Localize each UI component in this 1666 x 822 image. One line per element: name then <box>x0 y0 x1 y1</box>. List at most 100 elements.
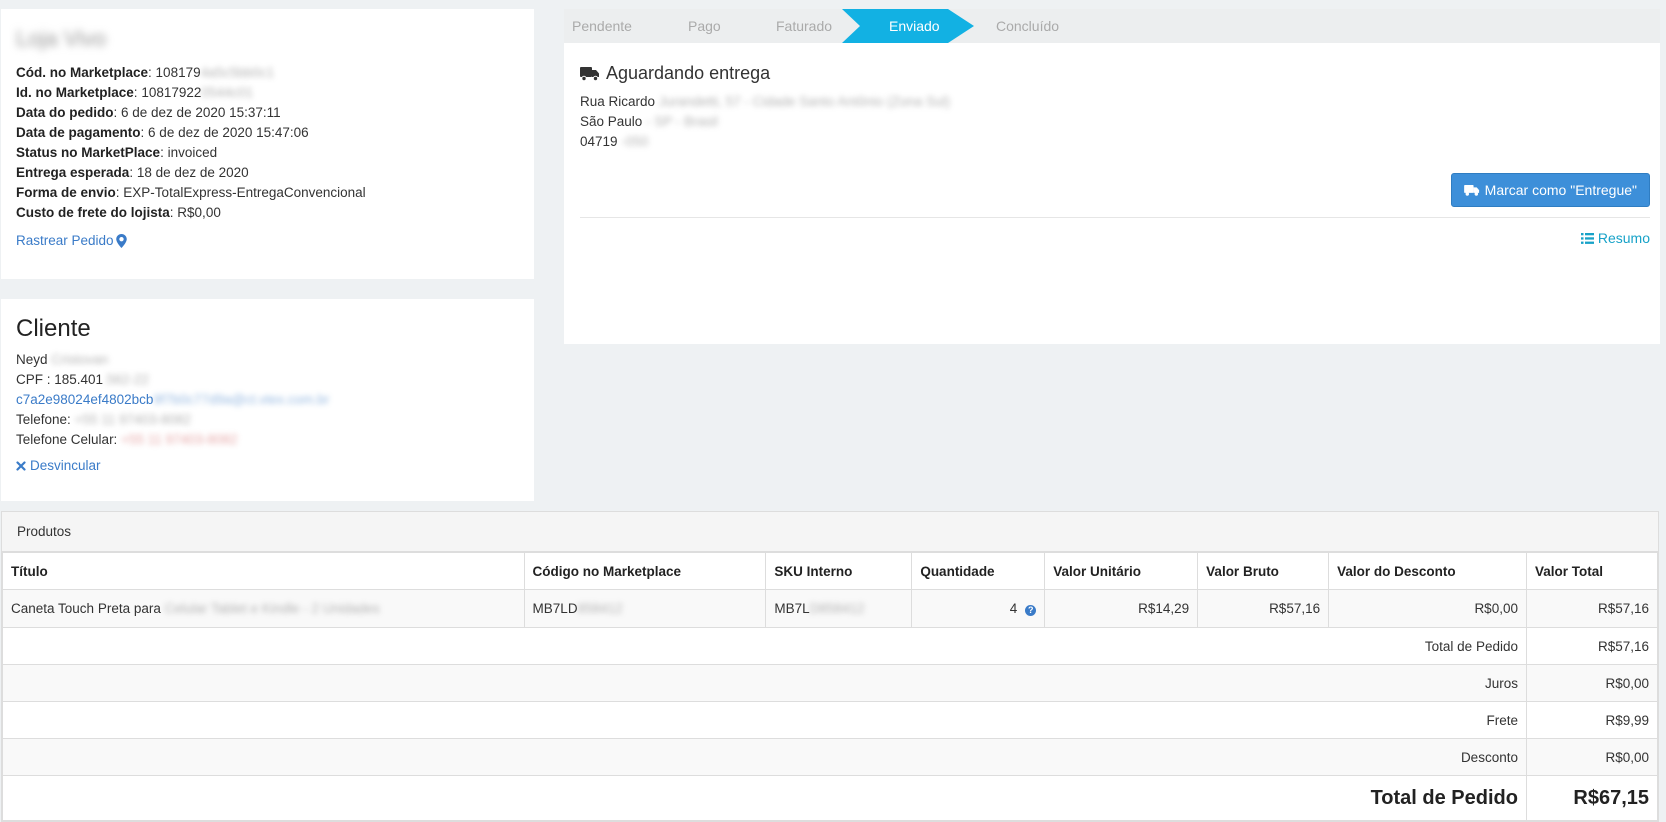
item-sku-value: MB7L <box>774 601 810 616</box>
table-row: Caneta Touch Preta para Celular Tablet e… <box>2 589 1659 628</box>
table-header-row: Título Código no Marketplace SKU Interno… <box>2 552 1659 590</box>
summary-value: R$0,00 <box>1525 738 1659 776</box>
client-panel: Cliente Neyd Cristovan CPF : 185.401.562… <box>1 299 534 501</box>
client-cpf: CPF : 185.401.562-22 <box>16 370 519 390</box>
client-email-hidden: 9f7b0c77d9a@ct.vtex.com.br <box>153 392 330 407</box>
field-label: Data de pagamento <box>16 125 141 140</box>
mark-delivered-button[interactable]: Marcar como "Entregue" <box>1450 173 1650 207</box>
item-code-hidden: 858412 <box>577 601 623 616</box>
field-value: 18 de dez de 2020 <box>136 165 249 180</box>
address-value: 04719 <box>580 134 618 149</box>
field-value: invoiced <box>167 145 218 160</box>
item-sku: MB7LD858412 <box>765 589 913 628</box>
help-icon[interactable]: ? <box>1025 605 1037 616</box>
client-mobile-hidden: +55 11 97403-8082 <box>121 432 238 447</box>
order-fields: Cód. no Marketplace: 1081794a5c5bb0c1 Id.… <box>16 63 519 223</box>
field-label: Forma de envio <box>16 185 116 200</box>
item-title-value: Caneta Touch Preta para <box>11 601 161 616</box>
products-panel: Produtos Título Código no Marketplace SK… <box>1 511 1659 822</box>
item-code-value: MB7LD <box>532 601 578 616</box>
address-hidden: Jurandetti, 57 - Cidade Santo Antônio (Z… <box>658 94 950 109</box>
field-value-hidden: 4a5c5bb0c1 <box>200 65 275 80</box>
order-field: Forma de envio: EXP-TotalExpress-Entrega… <box>16 183 519 203</box>
field-separator: : <box>148 65 156 80</box>
field-label: Data do pedido <box>16 105 114 120</box>
summary-value: R$9,99 <box>1525 701 1659 739</box>
client-name: Neyd Cristovan <box>16 350 519 370</box>
close-icon <box>16 460 26 471</box>
client-mobile-label: Telefone Celular: <box>16 432 118 447</box>
item-total: R$57,16 <box>1525 589 1659 628</box>
col-quantity: Quantidade <box>911 552 1046 590</box>
address-line: Rua Ricardo Jurandetti, 57 - Cidade Sant… <box>580 92 1644 112</box>
summary-value: R$0,00 <box>1525 664 1659 702</box>
item-gross: R$57,16 <box>1197 589 1330 628</box>
order-field: Status no MarketPlace: invoiced <box>16 143 519 163</box>
item-discount: R$0,00 <box>1328 589 1527 628</box>
item-quantity: 4? <box>911 589 1046 628</box>
delivery-address: Rua Ricardo Jurandetti, 57 - Cidade Sant… <box>580 92 1644 152</box>
delivery-status: Aguardando entrega <box>580 63 1644 84</box>
step-pendente: Pendente <box>572 18 632 34</box>
truck-icon <box>580 66 599 81</box>
order-field: Data do pedido: 6 de dez de 2020 15:37:1… <box>16 103 519 123</box>
client-phone-label: Telefone: <box>16 412 71 427</box>
summary-label: Frete <box>2 701 1527 739</box>
item-qty-value: 4 <box>1009 601 1018 616</box>
address-hidden: - SP - Brasil <box>646 114 718 129</box>
summary-row-discount: Desconto R$0,00 <box>2 738 1659 776</box>
field-label: Status no MarketPlace <box>16 145 161 160</box>
client-mobile: Telefone Celular: +55 11 97403-8082 <box>16 430 519 450</box>
field-label: Entrega esperada <box>16 165 130 180</box>
store-name: Loja Vivo <box>16 26 107 51</box>
col-discount-value: Valor do Desconto <box>1328 552 1527 590</box>
address-value: Rua Ricardo <box>580 94 656 109</box>
grand-total-value: R$67,15 <box>1525 775 1659 821</box>
summary-link[interactable]: Resumo <box>1580 230 1650 246</box>
field-separator: : <box>113 105 122 120</box>
address-hidden: -050 <box>621 134 649 149</box>
client-email[interactable]: c7a2e98024ef4802bcb9f7b0c77d9a@ct.vtex.c… <box>16 390 519 410</box>
item-unit: R$14,29 <box>1044 589 1199 628</box>
client-cpf-hidden: .562-22 <box>103 372 149 387</box>
client-phone-hidden: +55 11 97403-8082 <box>74 412 192 427</box>
truck-icon <box>1463 184 1479 196</box>
delivery-block: Aguardando entrega Rua Ricardo Jurandett… <box>564 43 1660 152</box>
client-name-hidden: Cristovan <box>51 352 109 367</box>
order-field: Cód. no Marketplace: 1081794a5c5bb0c1 <box>16 63 519 83</box>
col-gross-value: Valor Bruto <box>1197 552 1330 590</box>
field-value: 10817922 <box>141 85 202 100</box>
col-marketplace-code: Código no Marketplace <box>523 552 767 590</box>
col-total-value: Valor Total <box>1525 552 1659 590</box>
summary-value: R$57,16 <box>1525 627 1659 665</box>
field-value: R$0,00 <box>177 205 221 220</box>
track-order-link[interactable]: Rastrear Pedido <box>16 233 127 248</box>
map-pin-icon <box>115 233 127 248</box>
item-title: Caneta Touch Preta para Celular Tablet e… <box>2 589 525 628</box>
step-pago: Pago <box>688 18 721 34</box>
client-title: Cliente <box>16 315 91 342</box>
order-info-panel: Loja Vivo Cód. no Marketplace: 1081794a5… <box>1 9 534 279</box>
field-label: Cód. no Marketplace <box>16 65 149 80</box>
item-sku-hidden: D858412 <box>809 601 865 616</box>
summary-label: Desconto <box>2 738 1527 776</box>
summary-label: Total de Pedido <box>2 627 1527 665</box>
col-internal-sku: SKU Interno <box>765 552 913 590</box>
delivery-title: Aguardando entrega <box>606 63 771 83</box>
client-email-link[interactable]: c7a2e98024ef4802bcb <box>16 392 153 407</box>
address-line: São Paulo - SP - Brasil <box>580 112 1644 132</box>
field-separator: : <box>160 145 168 160</box>
field-label: Id. no Marketplace <box>16 85 134 100</box>
summary-row-shipping: Frete R$9,99 <box>2 701 1659 739</box>
summary-row-total: Total de Pedido R$57,16 <box>2 627 1659 665</box>
status-stepper: Pendente Pago Faturado Enviado Concluído <box>564 9 1660 43</box>
step-concluido: Concluído <box>996 18 1060 34</box>
field-value: 108179 <box>155 65 201 80</box>
mark-delivered-label: Marcar como "Entregue" <box>1484 182 1637 198</box>
unlink-label: Desvincular <box>30 458 101 473</box>
field-value: 6 de dez de 2020 15:47:06 <box>148 125 309 140</box>
summary-label: Juros <box>2 664 1527 702</box>
order-field: Custo de frete do lojista: R$0,00 <box>16 203 519 223</box>
client-phone: Telefone: +55 11 97403-8082 <box>16 410 519 430</box>
unlink-button[interactable]: Desvincular <box>16 458 101 473</box>
